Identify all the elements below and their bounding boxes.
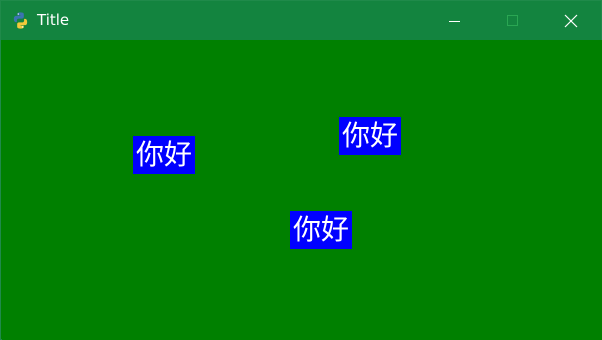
maximize-icon <box>507 14 518 26</box>
app-window: Title 你好 你好 你好 <box>0 0 602 340</box>
python-icon <box>13 12 28 29</box>
minimize-icon <box>449 20 460 22</box>
close-button[interactable] <box>548 1 594 40</box>
greeting-label: 你好 <box>339 117 402 155</box>
maximize-button[interactable] <box>490 1 536 40</box>
minimize-button[interactable] <box>432 1 478 40</box>
title-bar[interactable]: Title <box>1 1 601 40</box>
content-area: 你好 你好 你好 <box>2 40 602 340</box>
close-icon <box>564 14 578 27</box>
greeting-label: 你好 <box>133 136 196 174</box>
greeting-label: 你好 <box>290 211 353 249</box>
window-title: Title <box>37 11 70 29</box>
